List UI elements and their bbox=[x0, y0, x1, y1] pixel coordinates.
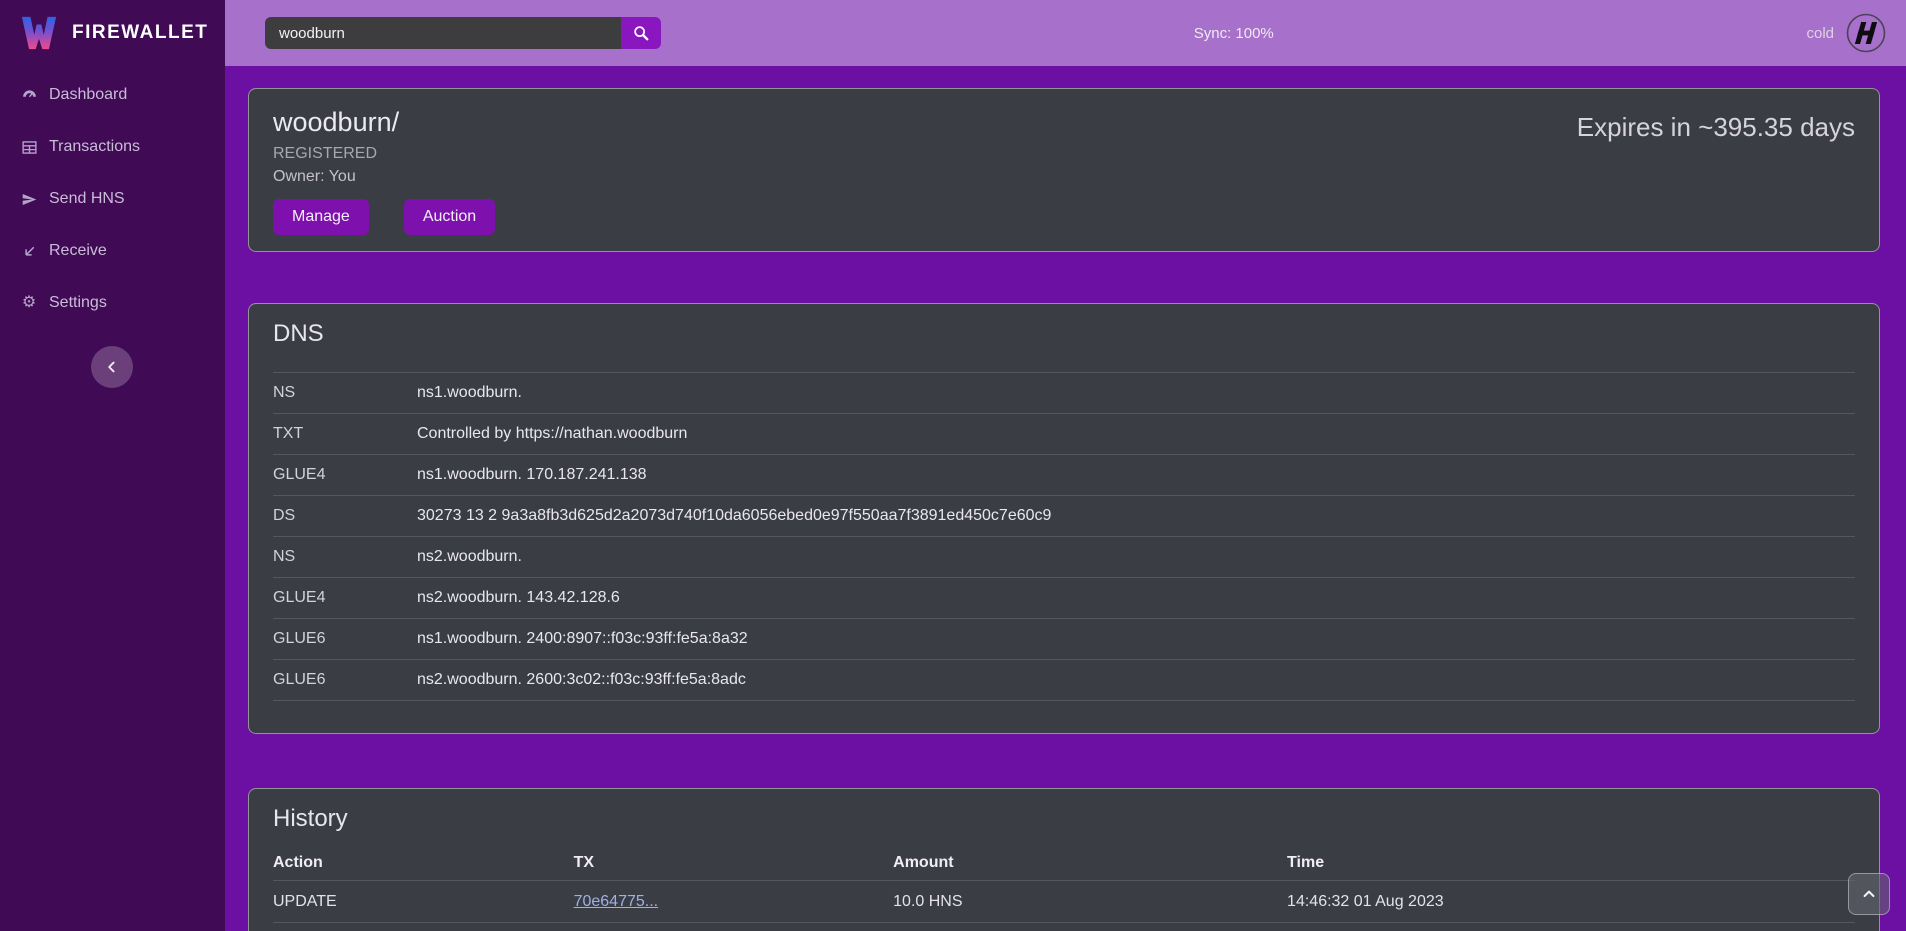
dns-record-value: ns1.woodburn. bbox=[417, 384, 522, 402]
search-input[interactable] bbox=[265, 17, 621, 49]
domain-owner: Owner: You bbox=[273, 165, 495, 188]
domain-actions: Manage Auction bbox=[273, 199, 495, 235]
auction-button[interactable]: Auction bbox=[404, 199, 495, 235]
domain-card: woodburn/ REGISTERED Owner: You Manage A… bbox=[248, 88, 1880, 252]
scroll-top-button[interactable] bbox=[1848, 873, 1890, 915]
domain-status: REGISTERED bbox=[273, 142, 495, 165]
dns-record-row: NS ns2.woodburn. bbox=[273, 537, 1855, 578]
speedometer-icon bbox=[20, 86, 38, 104]
dns-record-row: NS ns1.woodburn. bbox=[273, 373, 1855, 414]
history-card-title: History bbox=[273, 805, 1855, 833]
dns-card-title: DNS bbox=[273, 320, 1855, 348]
sidebar-item-label: Settings bbox=[49, 294, 107, 312]
sidebar-item-receive[interactable]: Receive bbox=[0, 225, 225, 277]
sidebar-item-send-hns[interactable]: Send HNS bbox=[0, 173, 225, 225]
search-icon bbox=[632, 24, 650, 42]
sidebar-item-settings[interactable]: ⚙ Settings bbox=[0, 277, 225, 329]
domain-card-left: woodburn/ REGISTERED Owner: You Manage A… bbox=[273, 105, 495, 235]
dns-record-row: TXT Controlled by https://nathan.woodbur… bbox=[273, 414, 1855, 455]
sidebar-item-label: Transactions bbox=[49, 138, 140, 156]
dns-record-type: GLUE6 bbox=[273, 630, 417, 648]
sidebar-item-dashboard[interactable]: Dashboard bbox=[0, 69, 225, 121]
dns-record-row: GLUE4 ns1.woodburn. 170.187.241.138 bbox=[273, 455, 1855, 496]
domain-title: woodburn/ bbox=[273, 105, 495, 139]
domain-expiry: Expires in ~395.35 days bbox=[1577, 105, 1855, 235]
history-card: History Action TX Amount Time UPDATE 70e… bbox=[248, 788, 1880, 931]
history-header-amount: Amount bbox=[893, 854, 1287, 872]
dns-record-type: GLUE4 bbox=[273, 589, 417, 607]
dns-record-row: GLUE6 ns2.woodburn. 2600:3c02::f03c:93ff… bbox=[273, 660, 1855, 701]
history-header-row: Action TX Amount Time bbox=[273, 845, 1855, 881]
dns-record-type: NS bbox=[273, 548, 417, 566]
history-header-action: Action bbox=[273, 854, 574, 872]
history-table: Action TX Amount Time UPDATE 70e64775...… bbox=[273, 845, 1855, 931]
brand: FIREWALLET bbox=[0, 0, 225, 66]
dns-record-type: GLUE6 bbox=[273, 671, 417, 689]
history-row: UPDATE 70e64775... 10.0 HNS 14:46:32 01 … bbox=[273, 881, 1855, 923]
history-header-time: Time bbox=[1287, 854, 1855, 872]
dns-record-value: 30273 13 2 9a3a8fb3d625d2a2073d740f10da6… bbox=[417, 507, 1051, 525]
table-icon bbox=[20, 138, 38, 156]
search-bar bbox=[265, 17, 661, 49]
dns-record-type: NS bbox=[273, 384, 417, 402]
firewallet-logo-icon bbox=[20, 14, 58, 52]
handshake-icon bbox=[1846, 13, 1886, 53]
history-action: UPDATE bbox=[273, 893, 574, 911]
dns-record-value: ns1.woodburn. 2400:8907::f03c:93ff:fe5a:… bbox=[417, 630, 748, 648]
dns-record-row: GLUE6 ns1.woodburn. 2400:8907::f03c:93ff… bbox=[273, 619, 1855, 660]
chevron-left-icon bbox=[104, 359, 120, 375]
wallet-menu-button[interactable] bbox=[1846, 13, 1886, 53]
chevron-up-icon bbox=[1861, 886, 1877, 902]
sidebar-item-transactions[interactable]: Transactions bbox=[0, 121, 225, 173]
manage-button[interactable]: Manage bbox=[273, 199, 369, 235]
dns-record-type: TXT bbox=[273, 425, 417, 443]
dns-card: DNS NS ns1.woodburn. TXT Controlled by h… bbox=[248, 303, 1880, 734]
arrow-down-left-icon bbox=[20, 242, 38, 260]
history-row: RENEW 47b1c1... 10.0 HNS 15:45:36 07 Jul… bbox=[273, 923, 1855, 931]
main-content: woodburn/ REGISTERED Owner: You Manage A… bbox=[225, 66, 1906, 931]
dns-table: NS ns1.woodburn. TXT Controlled by https… bbox=[273, 372, 1855, 701]
dns-record-value: Controlled by https://nathan.woodburn bbox=[417, 425, 687, 443]
wallet-name: cold bbox=[1806, 25, 1834, 42]
sidebar-item-label: Send HNS bbox=[49, 190, 125, 208]
sidebar: FIREWALLET Dashboard Transactions Send H… bbox=[0, 0, 225, 931]
dns-record-row: DS 30273 13 2 9a3a8fb3d625d2a2073d740f10… bbox=[273, 496, 1855, 537]
gear-icon: ⚙ bbox=[20, 294, 38, 312]
sidebar-nav: Dashboard Transactions Send HNS Receive … bbox=[0, 69, 225, 329]
brand-name: FIREWALLET bbox=[72, 22, 208, 44]
dns-record-value: ns2.woodburn. 2600:3c02::f03c:93ff:fe5a:… bbox=[417, 671, 746, 689]
dns-record-type: DS bbox=[273, 507, 417, 525]
dns-record-value: ns1.woodburn. 170.187.241.138 bbox=[417, 466, 647, 484]
dns-record-row: GLUE4 ns2.woodburn. 143.42.128.6 bbox=[273, 578, 1855, 619]
dns-record-type: GLUE4 bbox=[273, 466, 417, 484]
paper-plane-icon bbox=[20, 190, 38, 208]
history-amount: 10.0 HNS bbox=[893, 893, 1287, 911]
search-button[interactable] bbox=[621, 17, 661, 49]
topbar: Sync: 100% cold bbox=[225, 0, 1906, 66]
sync-status: Sync: 100% bbox=[1194, 25, 1274, 42]
history-time: 14:46:32 01 Aug 2023 bbox=[1287, 893, 1855, 911]
tx-link[interactable]: 70e64775... bbox=[574, 893, 659, 910]
dns-record-value: ns2.woodburn. bbox=[417, 548, 522, 566]
sidebar-collapse-button[interactable] bbox=[91, 346, 133, 388]
sidebar-item-label: Dashboard bbox=[49, 86, 127, 104]
dns-record-value: ns2.woodburn. 143.42.128.6 bbox=[417, 589, 620, 607]
history-header-tx: TX bbox=[574, 854, 894, 872]
sidebar-item-label: Receive bbox=[49, 242, 107, 260]
